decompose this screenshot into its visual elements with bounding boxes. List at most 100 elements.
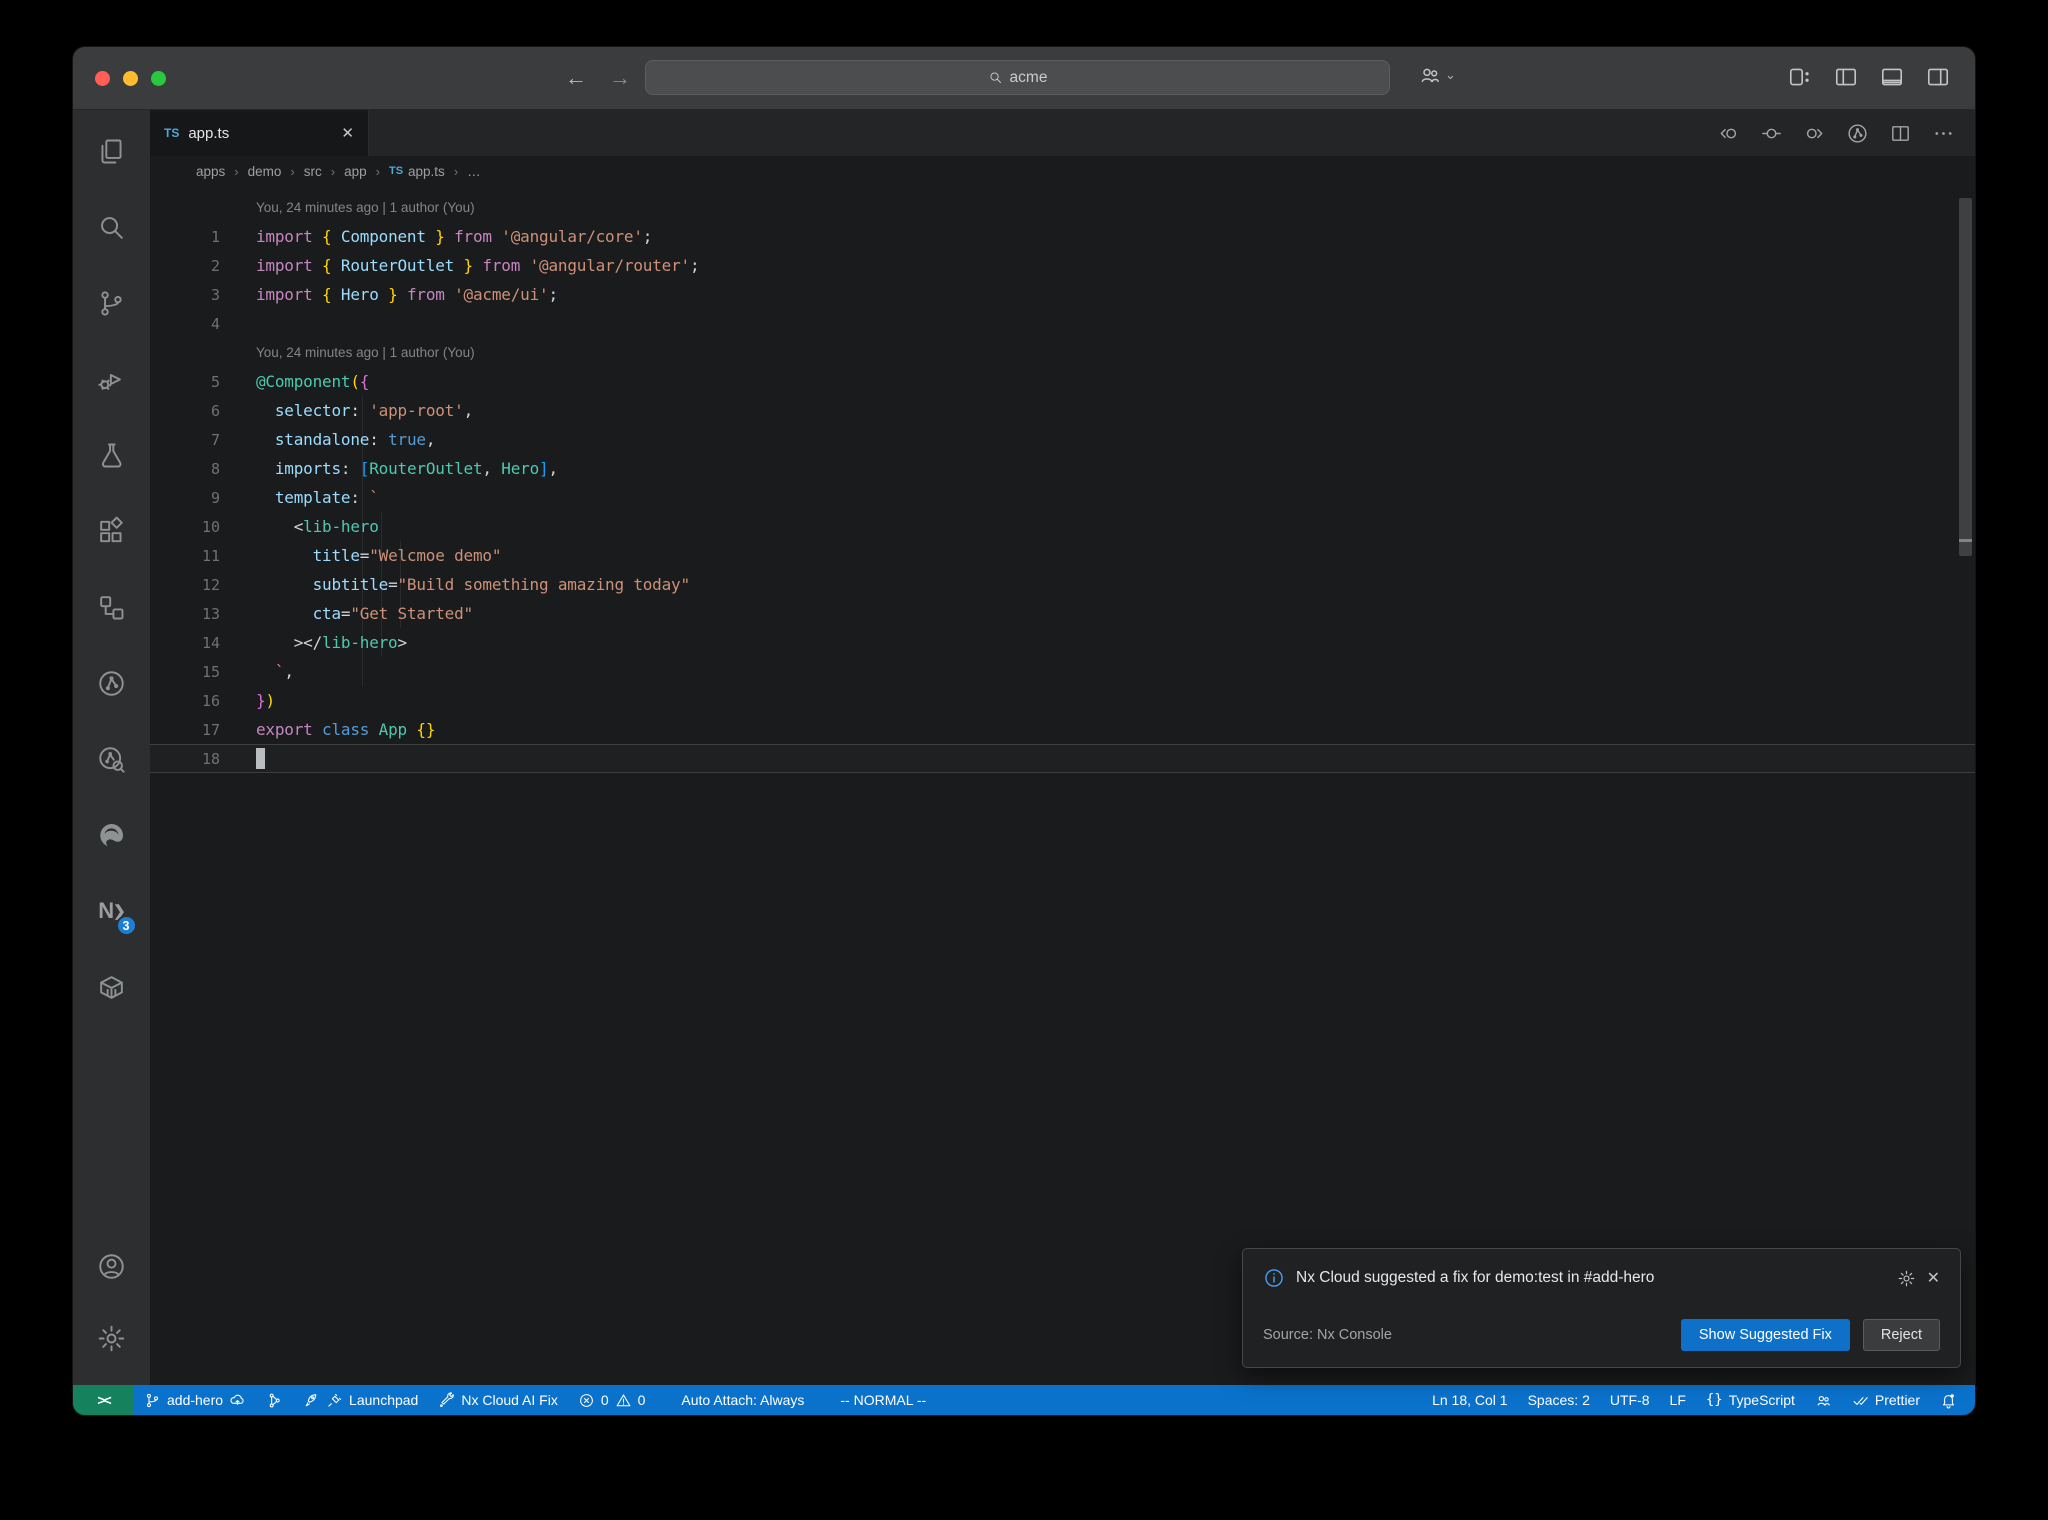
line-number[interactable]: 9 <box>150 489 220 507</box>
nx-run-target-icon[interactable] <box>1846 122 1869 145</box>
status-bar-launchpad-item[interactable]: Launchpad <box>293 1385 428 1415</box>
activity-bar-item-project-hierarchy[interactable] <box>89 584 135 630</box>
activity-bar-item-search[interactable] <box>89 204 135 250</box>
command-center-search[interactable]: acme <box>645 60 1390 95</box>
code-line-14[interactable]: 14 ></lib-hero> <box>150 628 1975 657</box>
toggle-primary-sidebar-icon[interactable] <box>1833 64 1859 90</box>
code-line-16[interactable]: 16}) <box>150 686 1975 715</box>
activity-bar-item-containers[interactable] <box>89 964 135 1010</box>
split-editor-icon[interactable] <box>1889 122 1912 145</box>
status-bar-encoding-item[interactable]: UTF-8 <box>1600 1385 1660 1415</box>
more-actions-icon[interactable] <box>1932 122 1955 145</box>
code-text: import { Component } from '@angular/core… <box>256 227 653 246</box>
line-number[interactable]: 3 <box>150 286 220 304</box>
line-number[interactable]: 8 <box>150 460 220 478</box>
status-bar-auto-attach-item[interactable]: Auto Attach: Always <box>671 1385 814 1415</box>
reject-button[interactable]: Reject <box>1862 1319 1940 1351</box>
line-number[interactable]: 18 <box>150 750 220 768</box>
toggle-secondary-sidebar-icon[interactable] <box>1925 64 1951 90</box>
code-line-4[interactable]: 4 <box>150 309 1975 338</box>
code-line-11[interactable]: 11 title="Welcmoe demo" <box>150 541 1975 570</box>
code-line-12[interactable]: 12 subtitle="Build something amazing tod… <box>150 570 1975 599</box>
line-number[interactable]: 10 <box>150 518 220 536</box>
line-number[interactable]: 13 <box>150 605 220 623</box>
line-number[interactable]: 15 <box>150 663 220 681</box>
editor-scrollbar[interactable] <box>1959 198 1972 556</box>
nav-position-icon[interactable] <box>1760 122 1783 145</box>
toggle-panel-icon[interactable] <box>1879 64 1905 90</box>
customize-layout-icon[interactable] <box>1787 64 1813 90</box>
code-line-5[interactable]: 5 @Component({ <box>150 367 1975 396</box>
code-line-18[interactable]: 18 <box>150 744 1975 773</box>
activity-bar-item-settings[interactable] <box>89 1315 135 1361</box>
status-bar-live-share-item[interactable] <box>1805 1385 1842 1415</box>
notification-close-icon[interactable]: ✕ <box>1927 1268 1940 1288</box>
tab-app-ts[interactable]: TS app.ts ✕ <box>150 110 369 156</box>
code-editor[interactable]: You, 24 minutes ago | 1 author (You) 1 imp… <box>150 186 1975 1385</box>
code-line-17[interactable]: 17 export class App {} <box>150 715 1975 744</box>
breadcrumb-item-demo[interactable]: demo <box>248 164 282 179</box>
line-number[interactable]: 16 <box>150 692 220 710</box>
status-bar-cursor-position-item[interactable]: Ln 18, Col 1 <box>1422 1385 1518 1415</box>
history-back-icon[interactable]: ← <box>565 65 587 91</box>
activity-bar-item-nx-graph-search[interactable] <box>89 736 135 782</box>
code-line-1[interactable]: 1 import { Component } from '@angular/cor… <box>150 222 1975 251</box>
status-bar-branch-item[interactable]: add-hero <box>134 1385 256 1415</box>
line-number[interactable]: 7 <box>150 431 220 449</box>
line-number[interactable]: 11 <box>150 547 220 565</box>
split-icon <box>1889 122 1912 145</box>
code-line-6[interactable]: 6 selector: 'app-root', <box>150 396 1975 425</box>
breadcrumb-item-src[interactable]: src <box>304 164 322 179</box>
zoom-window-button[interactable] <box>151 71 166 86</box>
nav-back-icon[interactable] <box>1717 122 1740 145</box>
activity-bar-item-source-control[interactable] <box>89 280 135 326</box>
line-number[interactable]: 4 <box>150 315 220 333</box>
nav-forward-icon[interactable] <box>1803 122 1826 145</box>
git-blame-annotation: You, 24 minutes ago | 1 author (You) <box>256 200 475 215</box>
code-line-7[interactable]: 7 standalone: true, <box>150 425 1975 454</box>
minimize-window-button[interactable] <box>123 71 138 86</box>
line-number[interactable]: 2 <box>150 257 220 275</box>
show-suggested-fix-button[interactable]: Show Suggested Fix <box>1680 1319 1850 1351</box>
profile-switcher[interactable]: ⌄ <box>1418 63 1456 87</box>
line-number[interactable]: 1 <box>150 228 220 246</box>
status-bar-vim-mode-item[interactable]: -- NORMAL -- <box>830 1385 936 1415</box>
close-tab-icon[interactable]: ✕ <box>341 124 354 142</box>
code-line-2[interactable]: 2 import { RouterOutlet } from '@angular/… <box>150 251 1975 280</box>
activity-bar-item-run-and-debug[interactable] <box>89 356 135 402</box>
close-window-button[interactable] <box>95 71 110 86</box>
breadcrumb-item-file[interactable]: TS app.ts <box>389 164 445 179</box>
notification-settings-icon[interactable] <box>1897 1269 1916 1288</box>
status-bar-problems-item[interactable]: 00 <box>568 1385 656 1415</box>
status-bar-nx-graph-item[interactable] <box>256 1385 293 1415</box>
code-line-8[interactable]: 8 imports: [RouterOutlet, Hero], <box>150 454 1975 483</box>
activity-bar-item-extensions[interactable] <box>89 508 135 554</box>
status-bar-language-item[interactable]: {} TypeScript <box>1696 1385 1805 1415</box>
code-line-15[interactable]: 15 `, <box>150 657 1975 686</box>
activity-bar-item-edge-tools[interactable] <box>89 812 135 858</box>
status-bar-indentation-item[interactable]: Spaces: 2 <box>1518 1385 1600 1415</box>
code-line-13[interactable]: 13 cta="Get Started" <box>150 599 1975 628</box>
activity-bar-item-testing[interactable] <box>89 432 135 478</box>
status-bar-prettier-item[interactable]: Prettier <box>1842 1385 1930 1415</box>
code-line-9[interactable]: 9 template: ` <box>150 483 1975 512</box>
breadcrumb-item-apps[interactable]: apps <box>196 164 225 179</box>
line-number[interactable]: 14 <box>150 634 220 652</box>
activity-bar-item-nx-console[interactable]: N❯ 3 <box>89 888 137 936</box>
history-forward-icon[interactable]: → <box>609 65 631 91</box>
code-line-10[interactable]: 10 <lib-hero <box>150 512 1975 541</box>
activity-bar-item-accounts[interactable] <box>89 1243 135 1289</box>
activity-bar-item-nx-project-graph[interactable] <box>89 660 135 706</box>
status-bar-notifications-bell-item[interactable] <box>1930 1385 1967 1415</box>
activity-bar-item-explorer[interactable] <box>89 128 135 174</box>
remote-indicator[interactable]: >< <box>73 1385 134 1415</box>
breadcrumb-item-more[interactable]: … <box>467 164 481 179</box>
code-line-3[interactable]: 3 import { Hero } from '@acme/ui'; <box>150 280 1975 309</box>
line-number[interactable]: 17 <box>150 721 220 739</box>
line-number[interactable]: 12 <box>150 576 220 594</box>
status-bar-nx-cloud-ai-fix-item[interactable]: Nx Cloud AI Fix <box>428 1385 567 1415</box>
status-bar-eol-item[interactable]: LF <box>1660 1385 1696 1415</box>
breadcrumb-item-app[interactable]: app <box>344 164 367 179</box>
line-number[interactable]: 6 <box>150 402 220 420</box>
line-number[interactable]: 5 <box>150 373 220 391</box>
